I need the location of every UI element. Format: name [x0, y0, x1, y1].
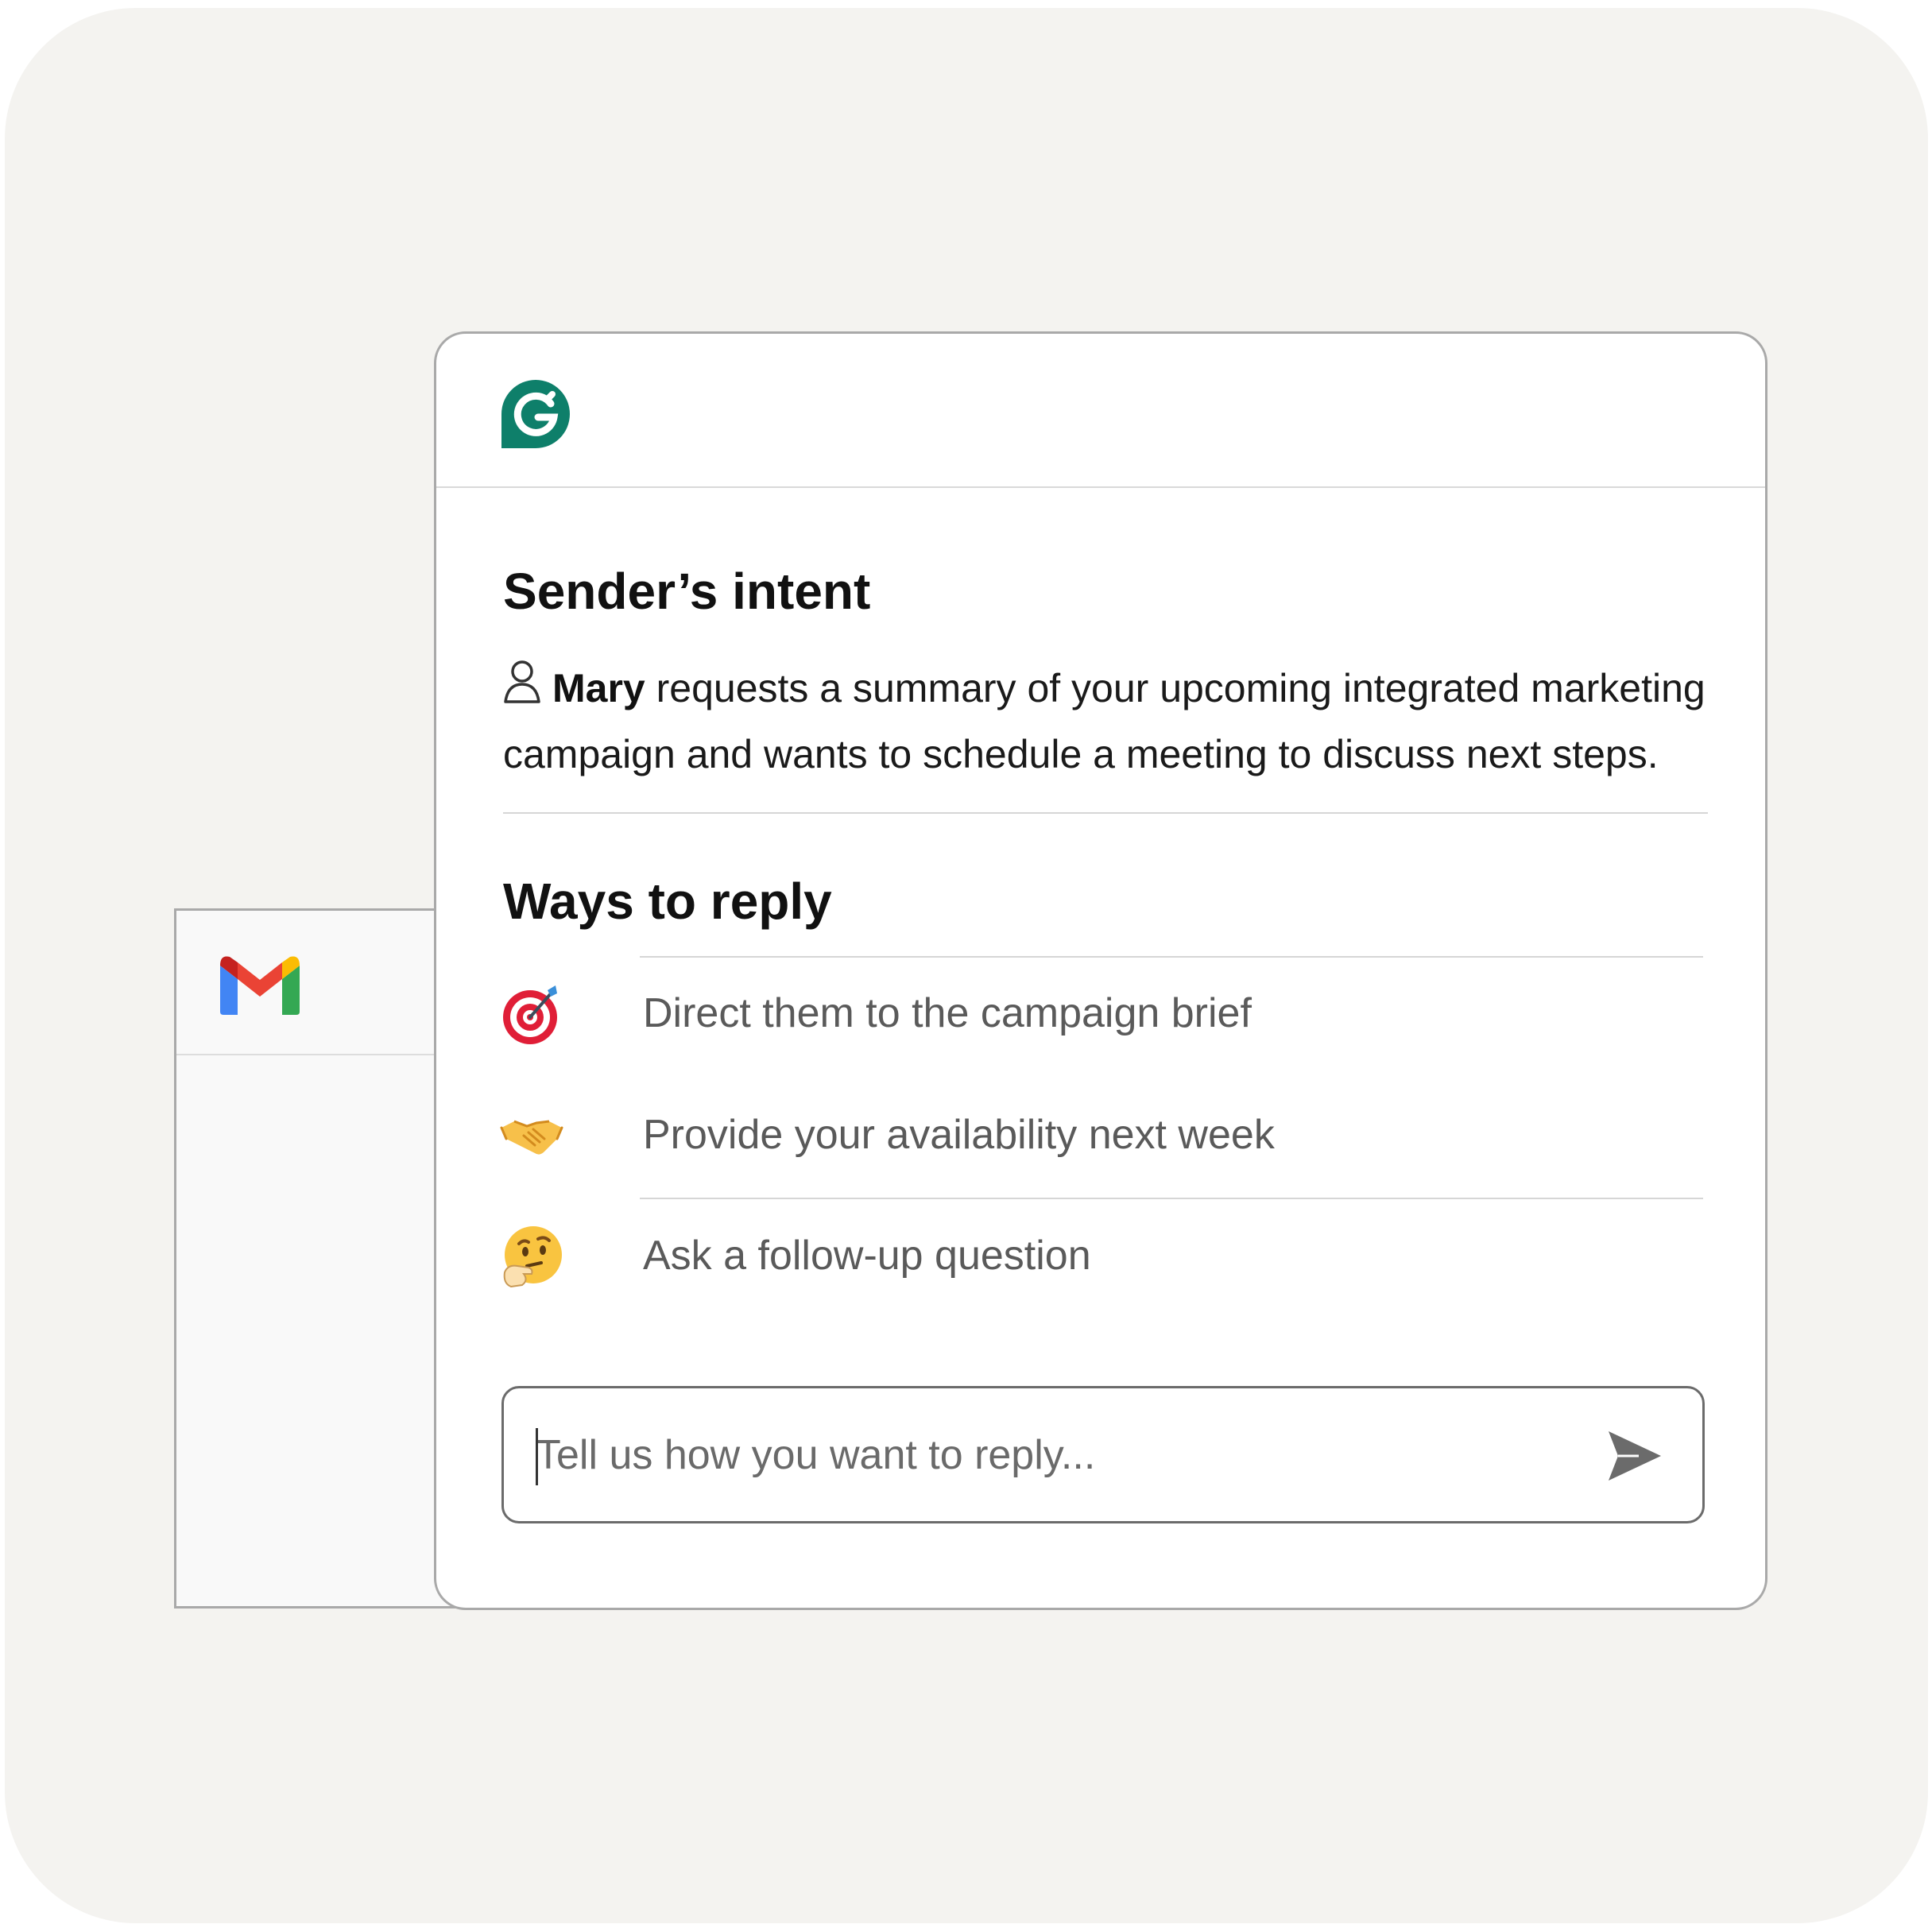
- section-divider: [503, 812, 1708, 814]
- option-divider: [640, 1198, 1703, 1199]
- reply-option-follow-up[interactable]: Ask a follow-up question: [500, 1210, 1708, 1297]
- option-label: Provide your availability next week: [643, 1112, 1275, 1158]
- intent-summary: Mary requests a summary of your upcoming…: [503, 656, 1743, 788]
- reply-option-campaign-brief[interactable]: Direct them to the campaign brief: [500, 967, 1708, 1055]
- intent-description: requests a summary of your upcoming inte…: [503, 666, 1706, 776]
- thinking-face-icon: [500, 1225, 563, 1288]
- option-label: Direct them to the campaign brief: [643, 990, 1252, 1036]
- senders-intent-heading: Sender’s intent: [503, 563, 871, 620]
- reply-input-box: [501, 1386, 1705, 1523]
- grammarly-panel: Sender’s intent Mary requests a summary …: [434, 331, 1767, 1610]
- gmail-logo-icon[interactable]: [220, 954, 300, 1015]
- reply-input[interactable]: [536, 1419, 1569, 1492]
- target-icon: [500, 982, 563, 1046]
- option-label: Ask a follow-up question: [643, 1233, 1091, 1279]
- ways-to-reply-heading: Ways to reply: [503, 873, 832, 930]
- reply-option-availability[interactable]: Provide your availability next week: [500, 1089, 1708, 1176]
- send-icon: [1607, 1428, 1663, 1484]
- panel-header: [436, 334, 1765, 488]
- text-caret: [536, 1428, 538, 1485]
- grammarly-logo-icon[interactable]: [501, 380, 570, 448]
- send-button[interactable]: [1607, 1428, 1663, 1484]
- user-icon: [503, 659, 541, 703]
- option-divider: [640, 956, 1703, 958]
- sender-name: Mary: [552, 666, 645, 710]
- handshake-icon: [500, 1104, 563, 1167]
